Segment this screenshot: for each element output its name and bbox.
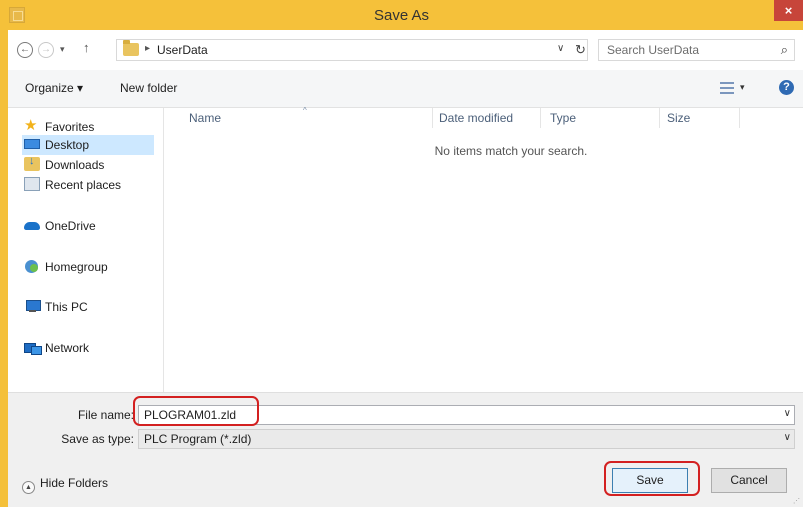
nav-item-onedrive[interactable]: OneDrive bbox=[24, 216, 154, 236]
nav-item-downloads[interactable]: Downloads bbox=[24, 155, 154, 175]
up-button[interactable]: ↑ bbox=[83, 40, 90, 55]
downloads-icon bbox=[24, 155, 40, 171]
homegroup-icon bbox=[24, 259, 40, 273]
desktop-icon bbox=[24, 139, 40, 149]
sort-ascending-icon: ^ bbox=[303, 106, 307, 115]
star-icon bbox=[24, 116, 40, 134]
cancel-button[interactable]: Cancel bbox=[711, 468, 787, 493]
column-header-date-modified[interactable]: Date modified bbox=[439, 111, 513, 125]
column-header-name[interactable]: Name bbox=[189, 111, 221, 125]
empty-results-message: No items match your search. bbox=[434, 144, 588, 158]
dialog-body: ← → ▾ ↑ ▸ UserData ∨ ↻ Search UserData ⌕… bbox=[8, 30, 803, 507]
save-as-type-value: PLC Program (*.zld) bbox=[144, 432, 252, 446]
recent-locations-button[interactable]: ▾ bbox=[60, 44, 65, 55]
column-header-size[interactable]: Size bbox=[667, 111, 690, 125]
nav-item-desktop[interactable]: Desktop bbox=[22, 135, 154, 155]
nav-item-this-pc[interactable]: This PC bbox=[24, 297, 154, 317]
onedrive-icon bbox=[24, 218, 40, 232]
save-button-highlight-ring bbox=[604, 461, 700, 496]
search-placeholder: Search UserData bbox=[607, 43, 700, 57]
title-bar[interactable]: Save As × bbox=[0, 0, 803, 30]
view-options-icon[interactable] bbox=[720, 82, 734, 94]
save-fields: File name: PLOGRAM01.zld ∨ Save as type:… bbox=[8, 392, 803, 458]
forward-button[interactable]: → bbox=[38, 42, 54, 58]
collapse-icon: ▲ bbox=[22, 481, 35, 494]
nav-item-label: This PC bbox=[45, 300, 88, 314]
nav-item-network[interactable]: Network bbox=[24, 338, 154, 358]
nav-item-homegroup[interactable]: Homegroup bbox=[24, 257, 154, 277]
nav-item-label: Desktop bbox=[45, 138, 90, 152]
help-icon[interactable]: ? bbox=[779, 80, 794, 95]
save-as-dialog: Save As × ← → ▾ ↑ ▸ UserData ∨ ↻ Search … bbox=[0, 0, 803, 507]
new-folder-button[interactable]: New folder bbox=[120, 81, 177, 95]
column-divider[interactable] bbox=[739, 108, 740, 128]
hide-folders-label: Hide Folders bbox=[40, 476, 109, 490]
nav-item-favorites[interactable]: Favorites bbox=[24, 116, 154, 137]
nav-item-label: Downloads bbox=[45, 158, 105, 172]
search-icon[interactable]: ⌕ bbox=[781, 42, 788, 58]
address-dropdown-icon[interactable]: ∨ bbox=[557, 43, 564, 54]
file-name-label: File name: bbox=[77, 408, 134, 422]
breadcrumb-separator-icon[interactable]: ▸ bbox=[145, 43, 150, 54]
nav-item-label: Homegroup bbox=[45, 260, 108, 274]
file-name-dropdown-icon[interactable]: ∨ bbox=[784, 408, 791, 419]
resize-grip-icon[interactable]: ⋰ bbox=[793, 497, 801, 505]
recent-places-icon bbox=[24, 177, 40, 191]
address-row: ← → ▾ ↑ ▸ UserData ∨ ↻ Search UserData ⌕ bbox=[8, 30, 803, 70]
save-as-type-label: Save as type: bbox=[61, 432, 134, 446]
column-divider[interactable] bbox=[432, 108, 433, 128]
save-as-type-dropdown-icon[interactable]: ∨ bbox=[784, 432, 791, 443]
nav-item-label: Network bbox=[45, 341, 90, 355]
file-name-highlight-ring bbox=[133, 396, 259, 426]
navigation-pane: Favorites Desktop Downloads Recent place… bbox=[8, 108, 163, 392]
close-button[interactable]: × bbox=[774, 0, 803, 21]
save-as-type-select[interactable]: PLC Program (*.zld) ∨ bbox=[138, 429, 795, 449]
nav-item-label: Favorites bbox=[45, 120, 95, 134]
organize-button[interactable]: Organize ▾ bbox=[25, 81, 83, 95]
folder-icon bbox=[123, 40, 139, 56]
file-list[interactable]: ^ Name Date modified Type Size No items … bbox=[164, 106, 803, 392]
view-dropdown-icon[interactable]: ▾ bbox=[740, 82, 745, 93]
address-bar[interactable]: ▸ UserData ∨ ↻ bbox=[116, 39, 588, 61]
nav-item-recent-places[interactable]: Recent places bbox=[24, 175, 154, 195]
network-icon bbox=[24, 340, 42, 355]
hide-folders-button[interactable]: ▲ Hide Folders bbox=[22, 476, 108, 494]
dialog-title: Save As bbox=[373, 7, 430, 24]
this-pc-icon bbox=[24, 299, 41, 313]
column-divider[interactable] bbox=[659, 108, 660, 128]
column-header-type[interactable]: Type bbox=[550, 111, 576, 125]
nav-item-label: Recent places bbox=[45, 178, 122, 192]
search-input[interactable]: Search UserData ⌕ bbox=[598, 39, 795, 61]
breadcrumb-userdata[interactable]: UserData bbox=[157, 43, 208, 57]
nav-item-label: OneDrive bbox=[45, 219, 96, 233]
command-toolbar: Organize ▾ New folder ▾ ? bbox=[8, 70, 803, 108]
column-divider[interactable] bbox=[540, 108, 541, 128]
back-button[interactable]: ← bbox=[17, 42, 33, 58]
refresh-icon[interactable]: ↻ bbox=[575, 42, 586, 58]
